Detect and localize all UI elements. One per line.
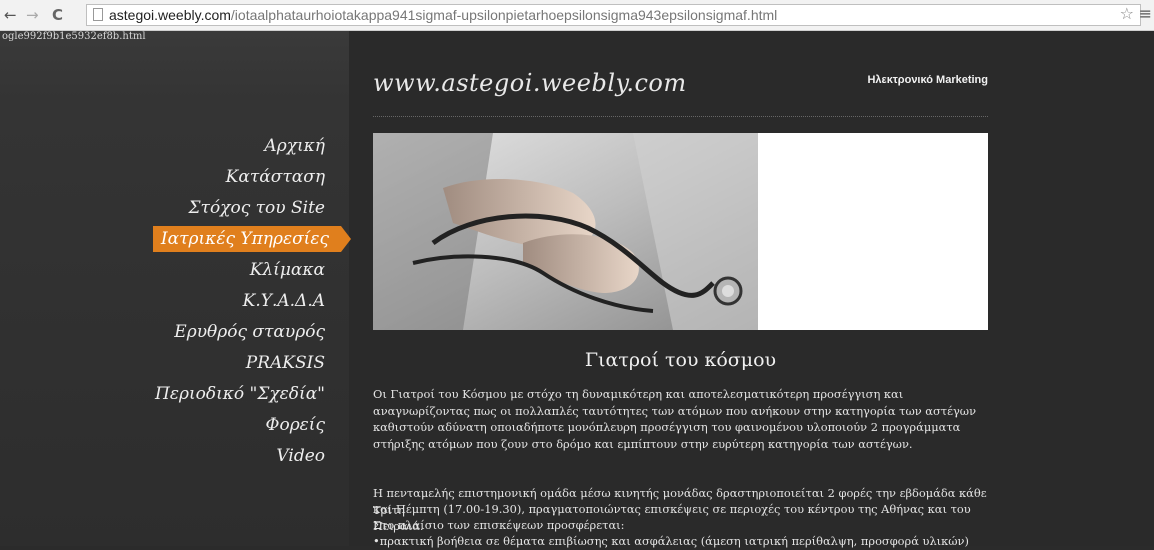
nav-item-6[interactable]: Ερυθρός σταυρός	[153, 317, 329, 348]
header-divider	[373, 116, 988, 117]
nav-item-4[interactable]: Κλίμακα	[153, 255, 329, 286]
paragraph-2-line-3: Στο πλαίσιο των επισκέψεων προσφέρεται:	[373, 518, 625, 532]
page-icon	[93, 8, 103, 21]
reload-icon[interactable]: C	[52, 5, 63, 25]
paragraph-1: Οι Γιατροί του Κόσμου με στόχο τη δυναμι…	[373, 387, 976, 451]
site-tagline: Ηλεκτρονικό Marketing	[867, 74, 988, 86]
back-icon[interactable]: ←	[4, 5, 17, 25]
verification-text: ogle992f9b1e5932ef8b.html	[2, 31, 146, 42]
browser-menu-icon[interactable]: ≡	[1139, 4, 1152, 23]
nav-item-7[interactable]: PRAKSIS	[153, 348, 329, 379]
url-host: astegoi.weebly.com	[109, 7, 231, 23]
address-bar[interactable]: astegoi.weebly.com/iotaalphataurhoiotaka…	[86, 4, 1141, 26]
nav-item-5[interactable]: Κ.Υ.Α.Δ.Α	[153, 286, 329, 317]
main-content: www.astegoi.weebly.com Ηλεκτρονικό Marke…	[373, 31, 988, 548]
browser-toolbar: ← → C astegoi.weebly.com/iotaalphataurho…	[0, 0, 1154, 31]
doctor-stethoscope-image	[373, 133, 988, 330]
nav-item-2[interactable]: Στόχος του Site	[153, 193, 329, 224]
forward-icon[interactable]: →	[26, 5, 39, 25]
nav-item-1[interactable]: Κατάσταση	[153, 162, 329, 193]
article-heading: Γιατροί του κόσμου	[584, 349, 777, 371]
main-navigation: Αρχική Κατάσταση Στόχος του Site Ιατρικές Υ…	[152, 131, 352, 472]
paragraph-2-line-4: •πρακτική βοήθεια σε θέματα επιβίωσης κα…	[373, 534, 969, 548]
nav-item-10[interactable]: Video	[153, 441, 329, 472]
url-path: /iotaalphataurhoiotakappa941sigmaf-upsil…	[230, 7, 778, 23]
hero-image-doctor-stethoscope	[373, 133, 988, 330]
sidebar: ogle992f9b1e5932ef8b.html Αρχική Κατάστασ…	[0, 31, 352, 546]
site-title[interactable]: www.astegoi.weebly.com	[373, 69, 687, 97]
nav-item-8[interactable]: Περιοδικό "Σχεδία"	[153, 379, 329, 410]
nav-item-9[interactable]: Φορείς	[153, 410, 329, 441]
nav-item-0[interactable]: Αρχική	[153, 131, 329, 162]
web-page: ogle992f9b1e5932ef8b.html Αρχική Κατάστασ…	[0, 31, 1154, 548]
nav-item-3[interactable]: Ιατρικές Υπηρεσίες	[152, 226, 352, 252]
bookmark-star-icon[interactable]: ☆	[1120, 4, 1134, 23]
